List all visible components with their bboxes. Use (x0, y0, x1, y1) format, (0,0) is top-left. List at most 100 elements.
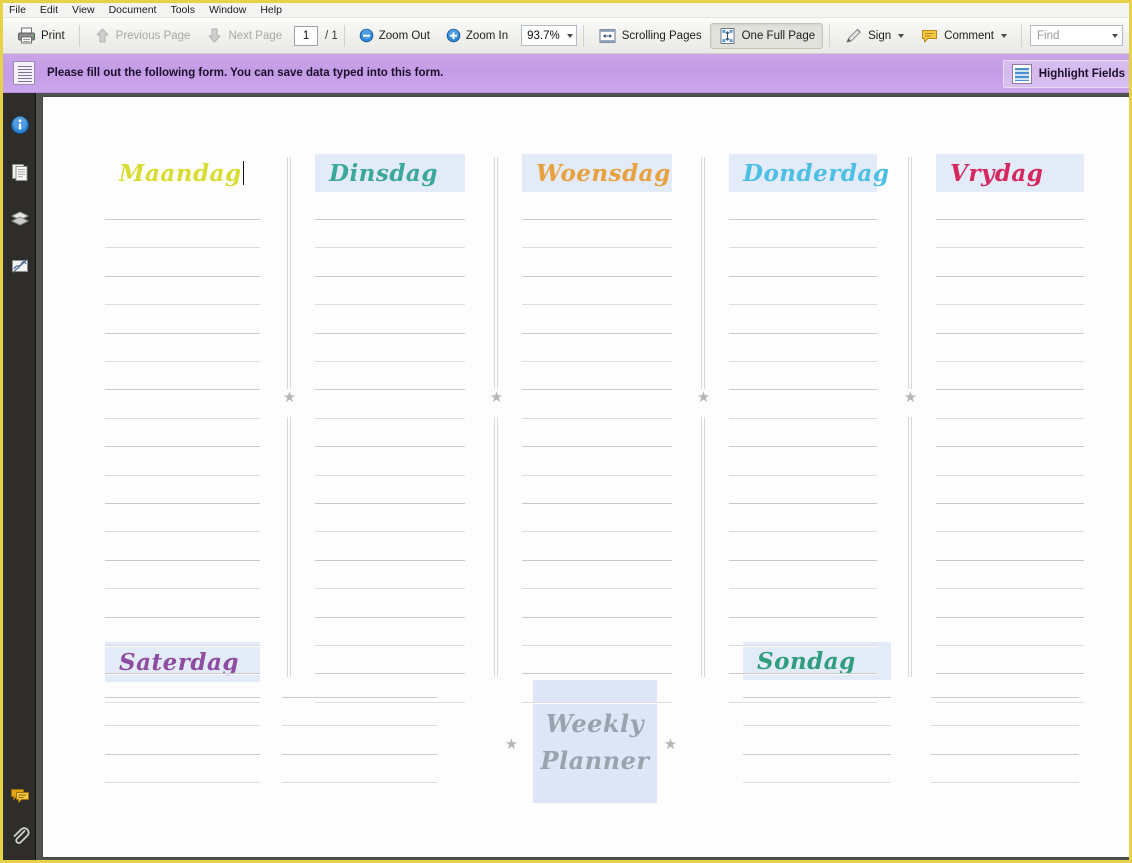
sidebar-item-signatures[interactable] (3, 246, 36, 285)
planner-ruled-line[interactable] (522, 446, 672, 447)
planner-ruled-line[interactable] (315, 304, 465, 305)
planner-ruled-line[interactable] (105, 702, 260, 703)
chevron-down-icon[interactable] (898, 33, 905, 38)
planner-ruled-line[interactable] (105, 503, 260, 504)
planner-ruled-line[interactable] (931, 782, 1079, 783)
planner-ruled-line[interactable] (729, 361, 877, 362)
planner-ruled-line[interactable] (522, 702, 672, 703)
planner-ruled-line[interactable] (936, 645, 1084, 646)
zoom-level-combobox[interactable]: 93.7% (521, 25, 577, 46)
planner-ruled-line[interactable] (105, 782, 260, 783)
day-title-field-donderdag[interactable]: Donderdag (729, 154, 889, 192)
sidebar-item-comments[interactable] (3, 776, 36, 815)
planner-ruled-line[interactable] (729, 418, 877, 419)
day-title-field-sondag[interactable]: Sondag (743, 642, 891, 680)
planner-ruled-line[interactable] (315, 503, 465, 504)
day-title-field-woensdag[interactable]: Woensdag (522, 154, 672, 192)
find-input-wrapper[interactable]: Find (1030, 25, 1123, 46)
planner-ruled-line[interactable] (315, 702, 465, 703)
planner-ruled-line[interactable] (936, 389, 1084, 390)
planner-ruled-line[interactable] (729, 304, 877, 305)
planner-ruled-line[interactable] (936, 560, 1084, 561)
scrolling-pages-button[interactable]: Scrolling Pages (590, 23, 710, 49)
planner-ruled-line[interactable] (936, 304, 1084, 305)
planner-ruled-line[interactable] (105, 333, 260, 334)
planner-ruled-line[interactable] (729, 503, 877, 504)
planner-ruled-line[interactable] (522, 531, 672, 532)
planner-ruled-line[interactable] (729, 247, 877, 248)
sign-button[interactable]: Sign (836, 23, 912, 49)
planner-ruled-line[interactable] (522, 276, 672, 277)
day-title-field-dinsdag[interactable]: Dinsdag (315, 154, 465, 192)
planner-ruled-line[interactable] (315, 276, 465, 277)
menu-item-window[interactable]: Window (209, 4, 246, 17)
planner-ruled-line[interactable] (729, 645, 877, 646)
menu-item-edit[interactable]: Edit (40, 4, 58, 17)
highlight-fields-button[interactable]: Highlight Fields (1002, 60, 1129, 88)
planner-ruled-line[interactable] (931, 754, 1079, 755)
planner-ruled-line[interactable] (315, 361, 465, 362)
planner-ruled-line[interactable] (105, 697, 260, 698)
planner-ruled-line[interactable] (282, 725, 437, 726)
find-input[interactable]: Find (1037, 30, 1110, 42)
sidebar-item-layers[interactable] (3, 199, 36, 238)
planner-ruled-line[interactable] (315, 475, 465, 476)
planner-ruled-line[interactable] (729, 333, 877, 334)
planner-ruled-line[interactable] (105, 588, 260, 589)
chevron-down-icon[interactable] (1001, 33, 1008, 38)
planner-ruled-line[interactable] (936, 361, 1084, 362)
planner-ruled-line[interactable] (729, 673, 877, 674)
day-title-field-maandag[interactable]: Maandag (105, 154, 260, 192)
comment-button[interactable]: Comment (912, 23, 1015, 49)
menu-item-document[interactable]: Document (109, 4, 157, 17)
planner-ruled-line[interactable] (743, 725, 891, 726)
print-button[interactable]: Print (9, 23, 73, 49)
planner-ruled-line[interactable] (315, 588, 465, 589)
sidebar-item-attachments[interactable] (3, 815, 36, 854)
planner-ruled-line[interactable] (315, 673, 465, 674)
planner-ruled-line[interactable] (105, 361, 260, 362)
chevron-down-icon[interactable] (1112, 33, 1118, 38)
planner-ruled-line[interactable] (936, 418, 1084, 419)
planner-ruled-line[interactable] (105, 475, 260, 476)
planner-ruled-line[interactable] (522, 560, 672, 561)
planner-ruled-line[interactable] (931, 697, 1079, 698)
menu-item-file[interactable]: File (9, 4, 26, 17)
planner-ruled-line[interactable] (315, 333, 465, 334)
planner-ruled-line[interactable] (936, 247, 1084, 248)
planner-ruled-line[interactable] (105, 389, 260, 390)
planner-ruled-line[interactable] (522, 617, 672, 618)
planner-ruled-line[interactable] (105, 725, 260, 726)
planner-ruled-line[interactable] (936, 276, 1084, 277)
planner-ruled-line[interactable] (105, 418, 260, 419)
planner-ruled-line[interactable] (522, 361, 672, 362)
planner-ruled-line[interactable] (105, 446, 260, 447)
planner-ruled-line[interactable] (315, 617, 465, 618)
planner-ruled-line[interactable] (729, 276, 877, 277)
planner-ruled-line[interactable] (522, 418, 672, 419)
planner-ruled-line[interactable] (729, 389, 877, 390)
planner-ruled-line[interactable] (315, 645, 465, 646)
planner-ruled-line[interactable] (105, 219, 260, 220)
planner-ruled-line[interactable] (522, 333, 672, 334)
planner-ruled-line[interactable] (936, 588, 1084, 589)
planner-ruled-line[interactable] (729, 617, 877, 618)
planner-ruled-line[interactable] (936, 617, 1084, 618)
planner-ruled-line[interactable] (522, 673, 672, 674)
planner-ruled-line[interactable] (729, 531, 877, 532)
planner-ruled-line[interactable] (105, 645, 260, 646)
one-full-page-button[interactable]: One Full Page (709, 22, 824, 49)
planner-ruled-line[interactable] (743, 754, 891, 755)
planner-ruled-line[interactable] (315, 560, 465, 561)
planner-ruled-line[interactable] (315, 418, 465, 419)
planner-ruled-line[interactable] (743, 697, 891, 698)
planner-ruled-line[interactable] (729, 702, 877, 703)
chevron-down-icon[interactable] (566, 33, 573, 38)
planner-ruled-line[interactable] (105, 276, 260, 277)
planner-ruled-line[interactable] (936, 446, 1084, 447)
planner-ruled-line[interactable] (522, 645, 672, 646)
planner-ruled-line[interactable] (936, 475, 1084, 476)
sidebar-item-pages[interactable] (3, 152, 36, 191)
planner-ruled-line[interactable] (105, 560, 260, 561)
planner-ruled-line[interactable] (522, 219, 672, 220)
